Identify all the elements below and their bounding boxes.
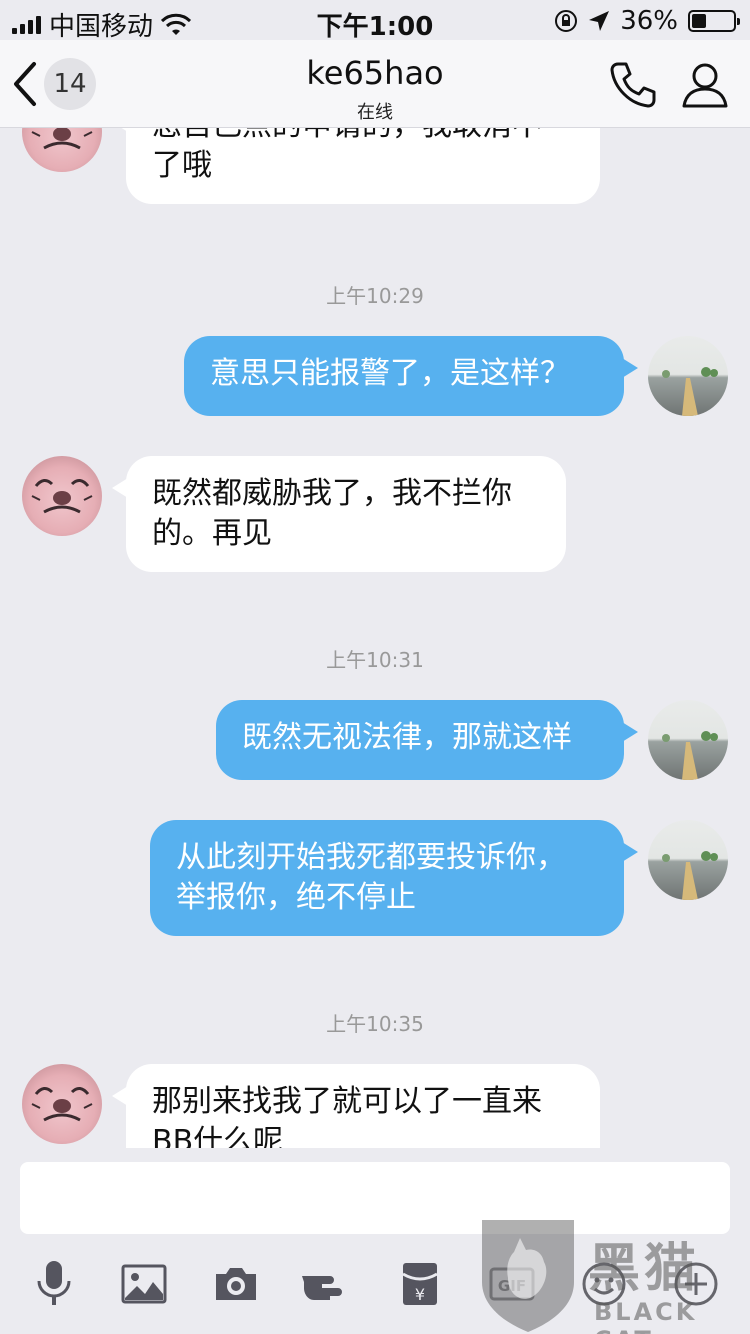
outgoing-bubble[interactable]: 从此刻开始我死都要投诉你， 举报你，绝不停止 [150,820,624,936]
microphone-icon [37,1261,71,1305]
message-text: 从此刻开始我死都要投诉你， [176,840,566,875]
message-text: 既然无视法律，那就这样 [242,720,572,755]
message-text: 您自己点的申请的，我取消不 [152,128,574,146]
watermark: 黑猫 BLACK CAT [478,1212,750,1334]
image-icon [121,1264,167,1304]
phone-icon[interactable] [606,58,660,112]
contact-avatar[interactable] [22,456,102,536]
message-text: BB什么呢 [152,1124,284,1148]
road-landscape-icon [662,851,718,900]
watermark-en: BLACK CAT [594,1298,698,1334]
microphone-button[interactable] [24,1254,84,1314]
message-text: 既然都威胁我了，我不拦你 [152,476,512,511]
profile-icon[interactable] [678,58,732,112]
red-packet-icon: ¥ [402,1263,438,1305]
incoming-bubble[interactable]: 那别来找我了就可以了一直来 BB什么呢 [126,1064,600,1148]
poke-icon [302,1276,342,1300]
road-landscape-icon [662,367,718,416]
battery-percent: 36% [620,6,678,36]
svg-text:¥: ¥ [415,1285,425,1304]
orientation-lock-icon [555,10,578,32]
outgoing-bubble[interactable]: 意思只能报警了，是这样？ [184,336,624,416]
pig-face-icon [31,1087,93,1122]
battery-icon [688,10,740,32]
road-landscape-icon [662,731,718,780]
bubble-tail [622,842,638,862]
message-timestamp: 上午10:29 [326,284,424,308]
message-timestamp: 上午10:35 [326,1012,424,1036]
nav-bar: 14 ke65hao 在线 [0,40,750,128]
bubble-tail [622,722,638,742]
red-packet-button[interactable]: ¥ [390,1254,450,1314]
my-avatar[interactable] [648,336,728,416]
location-arrow-icon [589,11,610,31]
message-text: 那别来找我了就可以了一直来 [152,1084,542,1119]
pig-face-icon [31,128,93,150]
incoming-bubble[interactable]: 既然都威胁我了，我不拦你 的。再见 [126,456,566,572]
my-avatar[interactable] [648,820,728,900]
poke-button[interactable] [298,1254,358,1314]
chat-area[interactable]: 您自己点的申请的，我取消不 了哦 上午10:29 意思只能报警了，是这样？ [0,128,750,1148]
pig-face-icon [31,479,93,514]
status-right: 36% [554,6,740,36]
status-bar: 中国移动 下午1:00 36% [0,0,750,42]
black-cat-shield-icon [482,1220,574,1332]
message-text: 的。再见 [152,516,272,551]
image-button[interactable] [114,1254,174,1314]
bubble-tail [622,358,638,378]
camera-button[interactable] [206,1254,266,1314]
message-text: 举报你，绝不停止 [176,880,416,915]
incoming-bubble[interactable]: 您自己点的申请的，我取消不 了哦 [126,128,600,204]
contact-avatar[interactable] [22,1064,102,1144]
message-timestamp: 上午10:31 [326,648,424,672]
camera-icon [216,1268,256,1300]
my-avatar[interactable] [648,700,728,780]
contact-avatar[interactable] [22,128,102,172]
outgoing-bubble[interactable]: 既然无视法律，那就这样 [216,700,624,780]
message-text: 了哦 [152,148,212,183]
message-text: 意思只能报警了，是这样？ [210,356,570,391]
watermark-cn: 黑猫 [588,1239,701,1299]
